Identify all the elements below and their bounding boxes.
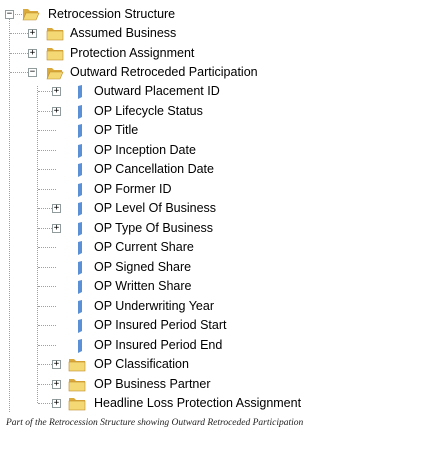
expand-toggle-icon[interactable]: + [52, 223, 61, 233]
attribute-icon [78, 143, 82, 158]
tree-node-label: OP Business Partner [94, 376, 211, 391]
tree-branch-line [10, 53, 30, 54]
tree-branch-line [38, 247, 56, 248]
attribute-icon [78, 221, 82, 236]
tree-node-label: OP Lifecycle Status [94, 103, 203, 118]
expand-toggle-icon[interactable]: + [52, 87, 61, 96]
folder-icon [68, 378, 86, 391]
tree-branch-line [38, 266, 56, 268]
folder-icon [68, 398, 86, 411]
expand-toggle-icon[interactable]: + [52, 106, 61, 116]
expand-toggle-icon[interactable]: + [52, 360, 61, 369]
tree-branch-line [38, 149, 56, 151]
attribute-icon [78, 163, 82, 177]
folder-icon [46, 28, 64, 41]
tree-node-label: OP Inception Date [94, 142, 196, 157]
tree-node-label: Outward Retroceded Participation [70, 65, 258, 79]
collapse-toggle-icon[interactable]: − [28, 68, 37, 77]
attribute-icon [78, 299, 82, 314]
attribute-icon [78, 338, 82, 353]
attribute-icon [78, 280, 82, 294]
attribute-icon [78, 241, 82, 255]
tree-node-label: OP Title [94, 123, 139, 137]
expand-toggle-icon[interactable]: + [52, 399, 61, 408]
tree-node-label: OP Written Share [94, 279, 192, 293]
attribute-icon [78, 319, 82, 333]
tree-branch-line [15, 14, 22, 15]
tree-node-label: OP Classification [94, 357, 189, 371]
tree-node-label: Retrocession Structure [48, 7, 176, 21]
tree-node-label: OP Cancellation Date [94, 162, 214, 176]
tree-node-label: OP Underwriting Year [94, 298, 214, 313]
collapse-toggle-icon[interactable]: − [5, 10, 14, 19]
open-folder-icon [22, 9, 40, 21]
tree-node-label: Outward Placement ID [94, 84, 220, 98]
retrocession-structure-tree: − Retrocession Structure + Assumed Busin… [0, 0, 435, 420]
tree-line-root [9, 17, 10, 412]
tree-node-label: OP Insured Period Start [94, 318, 227, 332]
attribute-icon [78, 104, 82, 119]
tree-node-label: Assumed Business [70, 26, 177, 40]
tree-node-label: OP Former ID [94, 181, 172, 196]
tree-branch-line [10, 33, 30, 34]
tree-branch-line [38, 188, 56, 190]
attribute-icon [78, 85, 82, 99]
attribute-icon [78, 260, 82, 275]
attribute-icon [78, 202, 82, 216]
tree-node-label: OP Type Of Business [94, 220, 214, 235]
tree-branch-line [38, 169, 56, 170]
tree-node-label: Protection Assignment [70, 46, 195, 60]
tree-branch-line [38, 130, 56, 131]
tree-node-label: OP Insured Period End [94, 337, 223, 352]
folder-icon [46, 48, 64, 61]
figure-caption: Part of the Retrocession Structure showi… [6, 418, 304, 428]
expand-toggle-icon[interactable]: + [28, 49, 37, 58]
tree-branch-line [38, 286, 56, 287]
attribute-icon [78, 182, 82, 197]
tree-node-label: Headline Loss Protection Assignment [94, 396, 302, 410]
tree-branch-line [10, 72, 30, 73]
expand-toggle-icon[interactable]: + [28, 29, 37, 38]
tree-node-label: OP Level Of Business [94, 201, 217, 215]
attribute-icon [78, 124, 82, 138]
folder-icon [68, 359, 86, 372]
expand-toggle-icon[interactable]: + [52, 379, 61, 389]
tree-node-label: OP Signed Share [94, 259, 192, 274]
open-folder-icon [46, 68, 64, 80]
tree-node-label: OP Current Share [94, 240, 194, 254]
tree-branch-line [38, 305, 56, 307]
tree-line-outward [37, 86, 38, 403]
tree-branch-line [38, 344, 56, 346]
tree-branch-line [38, 325, 56, 326]
expand-toggle-icon[interactable]: + [52, 204, 61, 213]
